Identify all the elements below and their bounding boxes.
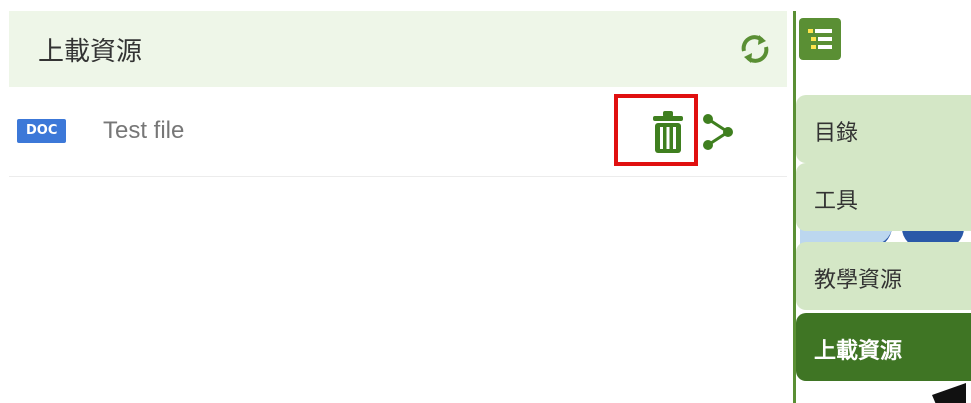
tab-teaching-resources[interactable]: 教學資源 — [796, 242, 971, 310]
tab-label: 工具 — [814, 189, 859, 214]
tab-contents[interactable]: 目錄 — [796, 95, 971, 163]
list-icon — [808, 29, 832, 49]
tab-label: 上載資源 — [814, 339, 903, 364]
upload-resources-panel: 上載資源 DOC Test file — [0, 0, 793, 403]
refresh-icon — [741, 35, 769, 63]
file-list-item[interactable]: DOC Test file — [9, 90, 787, 177]
tab-upload-resources[interactable]: 上載資源 — [796, 313, 971, 381]
share-icon — [703, 114, 733, 150]
side-nav: 目錄 工具 教學資源 上載資源 — [796, 0, 971, 403]
file-name[interactable]: Test file — [103, 117, 184, 145]
tab-label: 教學資源 — [814, 268, 903, 293]
delete-button[interactable] — [649, 109, 687, 155]
tab-tools[interactable]: 工具 — [796, 163, 971, 231]
refresh-button[interactable] — [739, 33, 771, 65]
toc-toggle-button[interactable] — [799, 18, 841, 60]
panel-header: 上載資源 — [9, 11, 787, 87]
tab-label: 目錄 — [814, 121, 859, 146]
panel-title: 上載資源 — [38, 37, 143, 67]
file-type-badge: DOC — [17, 119, 67, 143]
share-button[interactable] — [700, 112, 736, 152]
background-page-fragment — [932, 383, 966, 403]
trash-icon — [653, 111, 683, 153]
